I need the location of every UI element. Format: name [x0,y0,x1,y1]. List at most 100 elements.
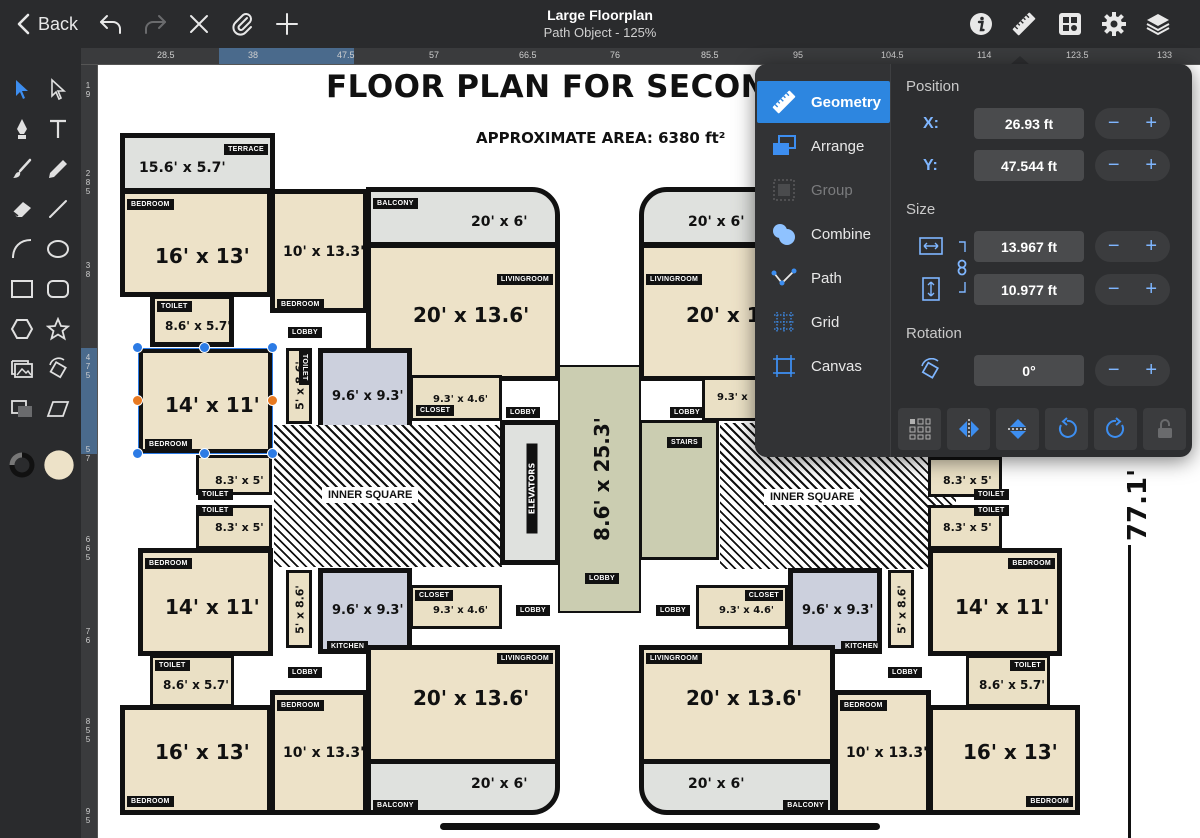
increment-button[interactable]: + [1136,231,1166,262]
ellipse-tool[interactable] [42,233,74,265]
pencil-tool[interactable] [42,153,74,185]
text-tool[interactable] [42,113,74,145]
settings-button[interactable] [1098,8,1130,40]
bedroom-room[interactable]: BEDROOM 16' x 13' [120,189,272,297]
toilet-room[interactable]: TOILET 8.6' x 5.7' [150,655,234,707]
lock-button[interactable] [1143,408,1186,450]
shear-tool[interactable] [42,393,74,425]
decrement-button[interactable]: − [1099,231,1129,262]
room-label[interactable]: TOILET [974,505,1009,516]
rotate-right-button[interactable] [1094,408,1137,450]
brush-tool[interactable] [6,153,38,185]
increment-button[interactable]: + [1136,274,1166,305]
bedroom-room[interactable]: 10' x 13.3' BEDROOM [270,189,368,313]
selection-tool[interactable] [6,73,38,105]
kitchen-room[interactable]: 9.6' x 9.3' KITCHEN [318,568,412,654]
lobby-core[interactable]: 8.6' x 25.3' LOBBY [558,365,641,613]
room-label[interactable]: LOBBY [656,605,690,616]
room-label[interactable]: LOBBY [670,407,704,418]
y-position-field[interactable]: 47.544 ft [974,150,1084,181]
rotation-stepper[interactable]: − + [1095,355,1170,386]
selection-bounding-box[interactable] [138,348,273,454]
image-tool[interactable] [6,353,38,385]
room-label[interactable]: TOILET [299,350,310,385]
livingroom-room[interactable]: LIVINGROOM 20' x 1 [639,243,769,381]
stroke-color-swatch[interactable] [5,448,39,482]
bedroom-room[interactable]: BEDROOM 10' x 13.3' [833,690,931,815]
stairs-room[interactable]: STAIRS [639,420,719,560]
resize-handle-top-right[interactable] [267,342,278,353]
decrement-button[interactable]: − [1099,150,1129,181]
aspect-lock-link-icon[interactable] [955,238,969,296]
rectangle-tool[interactable] [6,273,38,305]
balcony-room[interactable]: 20' x 6' [639,187,769,247]
nav-grid[interactable]: Grid [757,301,890,343]
arc-tool[interactable] [6,233,38,265]
nav-arrange[interactable]: Arrange [757,125,890,167]
polygon-tool[interactable] [6,313,38,345]
attach-button[interactable] [228,8,258,40]
document-title[interactable]: Large Floorplan [500,7,700,23]
closet-room[interactable]: CLOSET 9.3' x 4.6' [410,585,502,629]
room-label[interactable]: LOBBY [516,605,550,616]
geometry-inspector-button[interactable] [1008,8,1040,40]
style-inspector-button[interactable] [1054,8,1086,40]
room-label[interactable]: TOILET [198,489,233,500]
elevator-shaft[interactable]: ELEVATORS [500,420,560,565]
decrement-button[interactable]: − [1099,108,1129,139]
bedroom-room[interactable]: 16' x 13' BEDROOM [928,705,1080,815]
resize-handle-left[interactable] [132,395,143,406]
resize-handle-top-left[interactable] [132,342,143,353]
toilet-room[interactable]: TOILET 8.6' x 5.7' [150,294,234,347]
height-stepper[interactable]: − + [1095,274,1170,305]
anchor-point-button[interactable] [898,408,941,450]
room-label[interactable]: LOBBY [888,667,922,678]
info-button[interactable] [966,8,996,40]
increment-button[interactable]: + [1136,355,1166,386]
closet-room[interactable]: 9.3' x [702,377,762,421]
room-label[interactable]: LOBBY [506,407,540,418]
kitchen-room[interactable]: 9.6' x 9.3' KITCHEN [788,568,883,654]
decrement-button[interactable]: − [1099,355,1129,386]
inner-square-courtyard[interactable]: INNER SQUARE [274,425,502,567]
x-position-field[interactable]: 26.93 ft [974,108,1084,139]
width-field[interactable]: 13.967 ft [974,231,1084,262]
bedroom-room[interactable]: BEDROOM 10' x 13.3' [270,690,368,815]
room-label[interactable]: TOILET [974,489,1009,500]
terrace-room[interactable]: 15.6' x 5.7' TERRACE [120,133,275,193]
balcony-room[interactable]: 20' x 6' BALCONY [366,759,560,815]
rotation-field[interactable]: 0° [974,355,1084,386]
nav-path[interactable]: Path [757,257,890,299]
resize-handle-bottom[interactable] [199,448,210,459]
increment-button[interactable]: + [1136,150,1166,181]
balcony-room[interactable]: 20' x 6' BALCONY [639,759,835,815]
flip-vertical-button[interactable] [996,408,1039,450]
fill-color-swatch[interactable] [42,448,76,482]
room-label[interactable]: LOBBY [288,667,322,678]
redo-button[interactable] [140,8,170,40]
vertical-ruler[interactable]: 1 9 2 8 5 3 8 4 7 5 5 7 6 6 5 7 6 8 5 5 … [81,65,98,838]
horizontal-scroll-indicator[interactable] [440,823,880,830]
bedroom-room[interactable]: BEDROOM 14' x 11' [928,548,1062,656]
decrement-button[interactable]: − [1099,274,1129,305]
back-button[interactable]: Back [16,8,84,40]
direct-selection-tool[interactable] [42,73,74,105]
layers-button[interactable] [1142,8,1174,40]
rotate-left-button[interactable] [1045,408,1088,450]
nav-group[interactable]: Group [757,169,890,211]
bedroom-room[interactable]: BEDROOM 14' x 11' [138,548,273,656]
mask-tool[interactable] [6,393,38,425]
nav-geometry[interactable]: Geometry [757,81,890,123]
floorplan-area[interactable]: APPROXIMATE AREA: 6380 ft² [476,129,725,147]
toilet-room[interactable]: 5' x 8.6' [888,570,914,648]
resize-handle-top[interactable] [199,342,210,353]
height-field[interactable]: 10.977 ft [974,274,1084,305]
overall-dimension[interactable]: 77.1' [1123,465,1153,545]
room-label[interactable]: CLOSET [416,405,455,416]
livingroom-room[interactable]: LIVINGROOM 20' x 13.6' [366,645,560,765]
resize-handle-bottom-left[interactable] [132,448,143,459]
kitchen-room[interactable]: 9.6' x 9.3' [318,348,412,434]
star-tool[interactable] [42,313,74,345]
room-label[interactable]: LOBBY [288,327,322,338]
line-tool[interactable] [42,193,74,225]
